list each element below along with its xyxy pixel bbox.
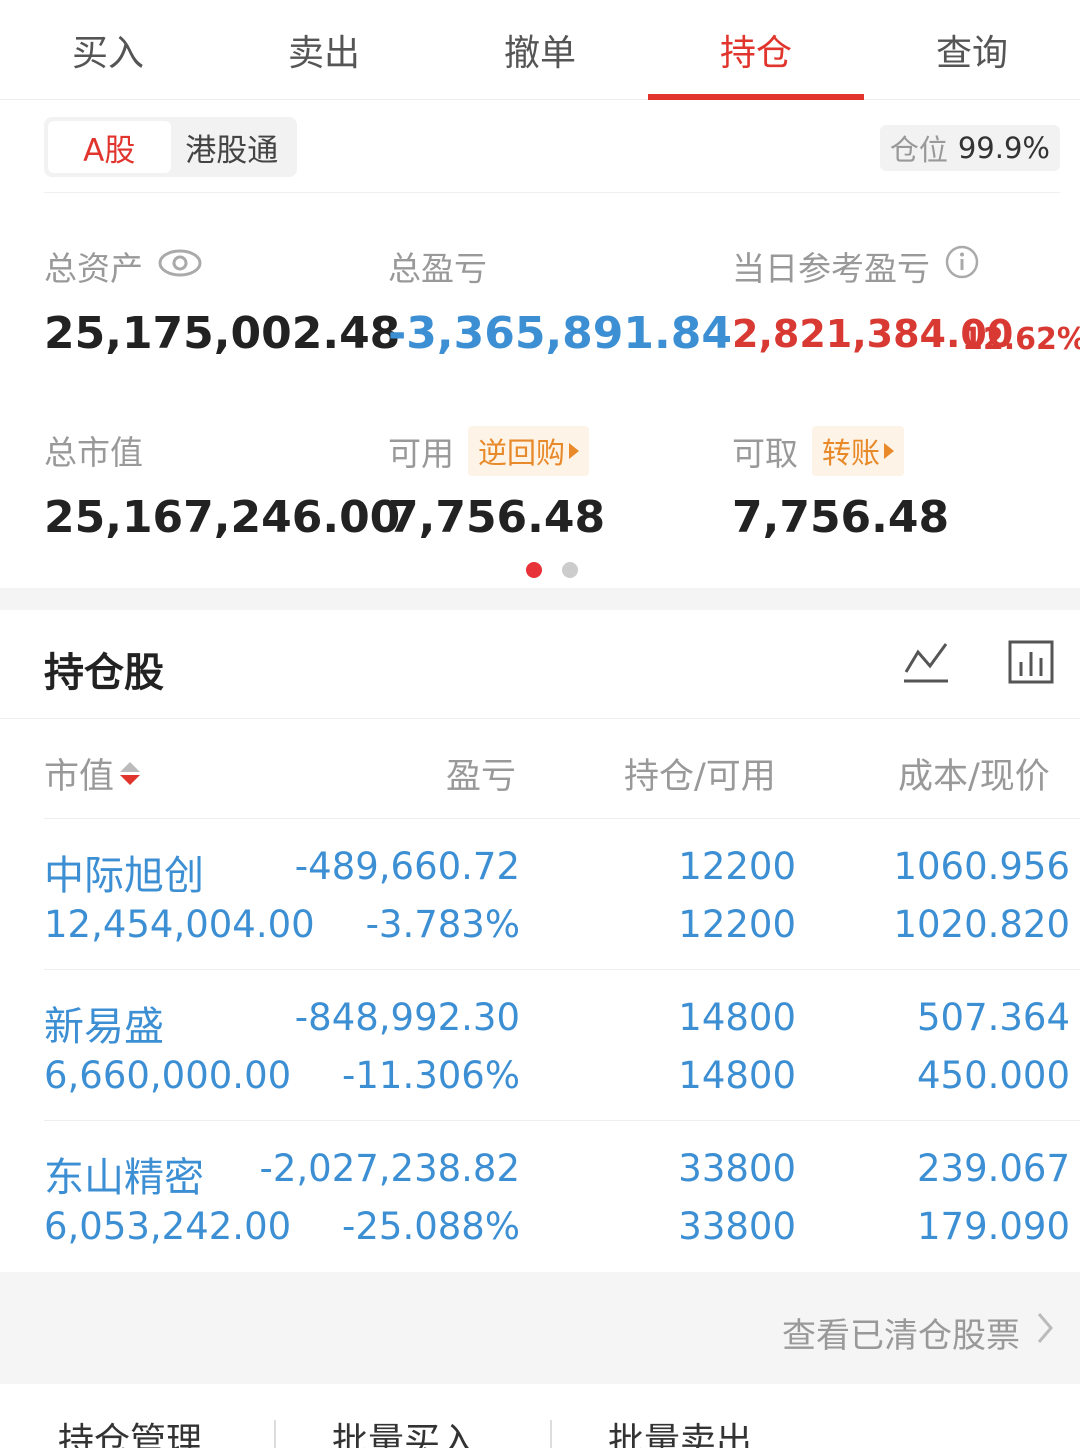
withdrawable-value: 7,756.48 xyxy=(732,492,950,543)
position-ratio-value: 99.9% xyxy=(957,131,1050,165)
stock-name: 东山精密 xyxy=(44,1155,204,1201)
stock-pnl: -489,660.72 xyxy=(294,845,520,888)
stock-cost: 507.364 xyxy=(916,996,1070,1039)
stock-pnl: -848,992.30 xyxy=(294,996,520,1039)
daily-pnl-percent: 12.62% xyxy=(962,322,1080,357)
position-ratio-badge: 仓位 99.9% xyxy=(879,125,1060,171)
position-ratio-label: 仓位 xyxy=(889,133,948,167)
holdings-view-icons xyxy=(902,640,1054,688)
withdrawable-label: 可取 xyxy=(732,434,798,473)
market-value-label: 总市值 xyxy=(44,433,143,472)
stock-market-value: 12,454,004.00 xyxy=(44,903,315,946)
table-row[interactable]: 东山精密 6,053,242.00 -2,027,238.82 -25.088%… xyxy=(44,1120,1080,1271)
stock-market-value: 6,660,000.00 xyxy=(44,1054,292,1097)
market-option-hk-connect[interactable]: 港股通 xyxy=(171,121,294,173)
section-gap xyxy=(0,588,1080,610)
available-label: 可用 xyxy=(388,434,454,473)
column-cost-price: 成本/现价 xyxy=(898,757,1050,797)
line-chart-icon[interactable] xyxy=(902,640,950,688)
table-row[interactable]: 新易盛 6,660,000.00 -848,992.30 -11.306% 14… xyxy=(44,969,1080,1120)
stock-holding: 12200 xyxy=(678,845,796,888)
table-row[interactable]: 中际旭创 12,454,004.00 -489,660.72 -3.783% 1… xyxy=(44,818,1080,969)
total-assets-label: 总资产 xyxy=(44,249,143,288)
stock-available: 33800 xyxy=(678,1205,796,1248)
holding-management-button[interactable]: 持仓管理 xyxy=(58,1412,202,1448)
tab-cancel-order[interactable]: 撤单 xyxy=(432,0,648,100)
tab-holdings[interactable]: 持仓 xyxy=(648,0,864,100)
available-label-group: 可用 逆回购 xyxy=(388,426,590,476)
cleared-stocks-link[interactable]: 查看已清仓股票 xyxy=(782,1308,1054,1357)
daily-pnl-label: 当日参考盈亏 xyxy=(732,249,930,288)
reverse-repo-label: 逆回购 xyxy=(478,436,566,470)
stock-pnl-percent: -25.088% xyxy=(342,1205,520,1248)
stock-cost: 1060.956 xyxy=(893,845,1070,888)
market-value-value: 25,167,246.00 xyxy=(44,492,401,543)
info-icon[interactable] xyxy=(944,244,980,288)
stock-pnl-percent: -3.783% xyxy=(365,903,520,946)
column-market-value[interactable]: 市值 xyxy=(44,748,141,799)
cleared-stocks-label: 查看已清仓股票 xyxy=(782,1316,1020,1356)
stock-cost: 239.067 xyxy=(916,1147,1070,1190)
bar-chart-icon[interactable] xyxy=(1008,640,1054,688)
stock-price: 1020.820 xyxy=(893,903,1070,946)
reverse-repo-button[interactable]: 逆回购 xyxy=(468,426,590,476)
chevron-right-icon xyxy=(1036,1311,1054,1354)
stock-pnl-percent: -11.306% xyxy=(342,1054,520,1097)
stock-name: 中际旭创 xyxy=(44,853,204,899)
batch-sell-button[interactable]: 批量卖出 xyxy=(608,1412,752,1448)
total-assets-label-group: 总资产 xyxy=(44,242,203,290)
column-market-value-label: 市值 xyxy=(44,757,115,797)
divider xyxy=(550,1420,552,1448)
sort-icon[interactable] xyxy=(120,762,141,785)
eye-icon[interactable] xyxy=(157,247,203,286)
stock-market-value: 6,053,242.00 xyxy=(44,1205,292,1248)
trade-tabs: 买入 卖出 撤单 持仓 查询 xyxy=(0,0,1080,100)
transfer-button[interactable]: 转账 xyxy=(812,426,905,476)
tab-query[interactable]: 查询 xyxy=(864,0,1080,100)
stock-available: 14800 xyxy=(678,1054,796,1097)
stock-pnl: -2,027,238.82 xyxy=(259,1147,521,1190)
tab-sell[interactable]: 卖出 xyxy=(216,0,432,100)
withdrawable-label-group: 可取 转账 xyxy=(732,426,905,476)
divider xyxy=(0,718,1080,719)
batch-buy-button[interactable]: 批量买入 xyxy=(332,1412,476,1448)
column-pnl: 盈亏 xyxy=(446,757,517,797)
market-switch: A股 港股通 xyxy=(44,117,297,177)
tab-buy[interactable]: 买入 xyxy=(0,0,216,100)
divider xyxy=(44,192,1060,193)
stock-holding: 14800 xyxy=(678,996,796,1039)
column-holding-available: 持仓/可用 xyxy=(624,757,776,797)
transfer-label: 转账 xyxy=(822,436,881,470)
stock-name: 新易盛 xyxy=(44,1004,164,1050)
stock-price: 179.090 xyxy=(916,1205,1070,1248)
total-pnl-value: -3,365,891.84 xyxy=(388,308,732,359)
page-indicator xyxy=(526,562,578,578)
stock-price: 450.000 xyxy=(916,1054,1070,1097)
page-dot[interactable] xyxy=(562,562,578,578)
available-value: 7,756.48 xyxy=(388,492,606,543)
divider xyxy=(274,1420,276,1448)
arrow-right-icon xyxy=(884,443,895,459)
holdings-title: 持仓股 xyxy=(44,650,164,696)
stock-available: 12200 xyxy=(678,903,796,946)
bottom-toolbar: 持仓管理 批量买入 批量卖出 xyxy=(0,1384,1080,1448)
page-dot-active[interactable] xyxy=(526,562,542,578)
total-assets-value: 25,175,002.48 xyxy=(44,308,401,359)
market-option-a-share[interactable]: A股 xyxy=(48,121,171,173)
arrow-right-icon xyxy=(569,443,580,459)
total-pnl-label: 总盈亏 xyxy=(388,249,487,288)
stock-holding: 33800 xyxy=(678,1147,796,1190)
daily-pnl-label-group: 当日参考盈亏 xyxy=(732,242,980,290)
